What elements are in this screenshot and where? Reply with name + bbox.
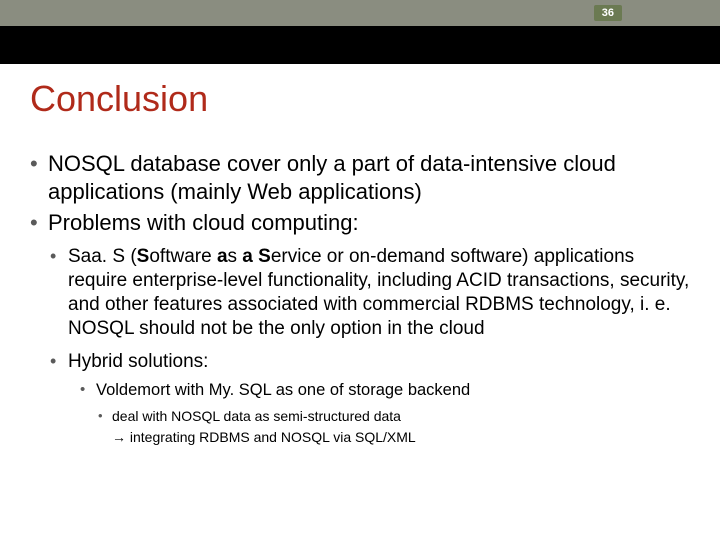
bullet-level2: Hybrid solutions: <box>48 350 690 374</box>
text-fragment: Saa. S ( <box>68 246 137 267</box>
text-fragment-bold: a <box>217 246 228 267</box>
arrow-icon: → <box>112 429 126 445</box>
text-fragment-bold: S <box>258 246 271 267</box>
slide-content: Conclusion NOSQL database cover only a p… <box>0 64 720 447</box>
bullet-continuation: → integrating RDBMS and NOSQL via SQL/XM… <box>112 428 690 447</box>
bullet-level4: deal with NOSQL data as semi-structured … <box>96 407 690 426</box>
slide-title: Conclusion <box>30 78 690 120</box>
text-fragment: oftware <box>149 246 217 267</box>
text-fragment: s <box>228 246 243 267</box>
bullet-level1: Problems with cloud computing: <box>30 209 690 237</box>
bullet-level3: Voldemort with My. SQL as one of storage… <box>78 380 690 401</box>
bullet-list: NOSQL database cover only a part of data… <box>30 150 690 447</box>
bullet-level2: Saa. S (Software as a Service or on-dema… <box>48 245 690 342</box>
page-number-badge: 36 <box>594 5 622 21</box>
accent-band <box>0 26 720 64</box>
bullet-level1: NOSQL database cover only a part of data… <box>30 150 690 205</box>
text-fragment: integrating RDBMS and NOSQL via SQL/XML <box>126 429 416 445</box>
header-band: 36 <box>0 0 720 26</box>
text-fragment-bold: S <box>137 246 150 267</box>
text-fragment-bold: a <box>242 246 253 267</box>
